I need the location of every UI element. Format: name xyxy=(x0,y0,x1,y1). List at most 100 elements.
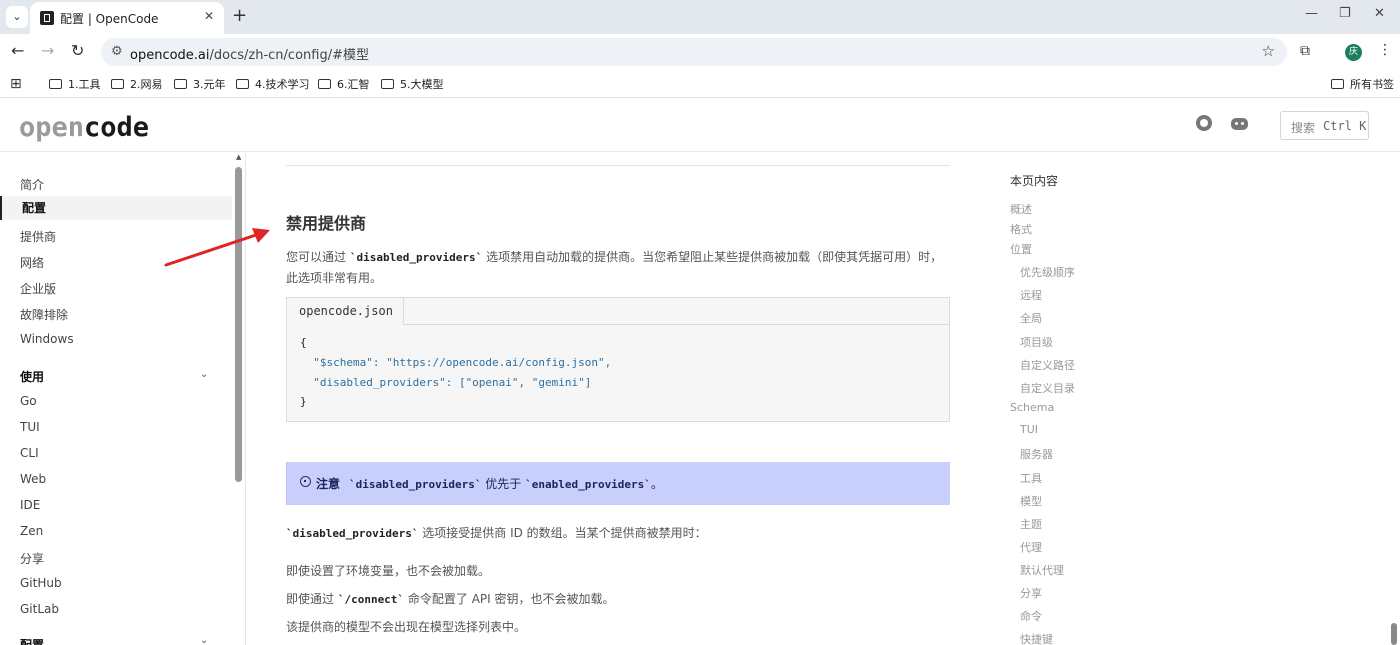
close-window-icon[interactable]: ✕ xyxy=(1374,6,1385,21)
site-header: opencode 搜索 Ctrl K xyxy=(0,99,1400,152)
bookmark-folder-3[interactable]: 3.元年 xyxy=(174,76,226,92)
url-text[interactable]: opencode.ai/docs/zh-cn/config/#模型 xyxy=(130,44,369,63)
toc-item[interactable]: 远程 xyxy=(1020,287,1042,303)
code-line: { xyxy=(300,336,307,349)
sidebar-item-intro[interactable]: 简介 xyxy=(20,176,44,193)
code-line: "disabled_providers": ["openai", "gemini… xyxy=(300,376,592,389)
minimize-window-icon[interactable]: — xyxy=(1305,6,1318,21)
toc-item[interactable]: 优先级顺序 xyxy=(1020,264,1075,280)
browser-menu-icon[interactable]: ⋮ xyxy=(1378,42,1392,58)
toc-item[interactable]: Schema xyxy=(1010,401,1054,414)
scroll-up-arrow-icon[interactable]: ▲ xyxy=(236,153,241,161)
sidebar-item-network[interactable]: 网络 xyxy=(20,254,44,271)
chevron-down-icon[interactable]: ⌄ xyxy=(200,635,208,645)
opencode-favicon-icon xyxy=(40,11,54,25)
toc-item[interactable]: 格式 xyxy=(1010,221,1032,237)
sidebar-item-windows[interactable]: Windows xyxy=(20,332,74,346)
toc-item[interactable]: TUI xyxy=(1020,423,1038,436)
bookmark-folder-2[interactable]: 2.网易 xyxy=(111,76,163,92)
toc-item[interactable]: 全局 xyxy=(1020,310,1042,326)
code-line: "$schema": "https://opencode.ai/config.j… xyxy=(300,356,612,369)
paragraph-model-list: 该提供商的模型不会出现在模型选择列表中。 xyxy=(286,620,527,634)
sidebar-group-usage[interactable]: 使用 xyxy=(20,368,44,385)
restore-window-icon[interactable]: ❐ xyxy=(1339,6,1351,21)
sidebar-item-cli[interactable]: CLI xyxy=(20,446,39,460)
discord-icon[interactable] xyxy=(1231,118,1248,130)
toc-item[interactable]: 命令 xyxy=(1020,608,1042,624)
bookmark-folder-5[interactable]: 5.大模型 xyxy=(381,76,444,92)
close-tab-icon[interactable]: ✕ xyxy=(204,9,214,23)
bookmark-folder-1[interactable]: 1.工具 xyxy=(49,76,101,92)
github-icon[interactable] xyxy=(1196,115,1212,131)
paragraph-connect: 即使通过 `/connect` 命令配置了 API 密钥，也不会被加载。 xyxy=(286,592,615,606)
page-scrollbar[interactable] xyxy=(1391,623,1397,645)
toc-item[interactable]: 概述 xyxy=(1010,201,1032,217)
opencode-logo[interactable]: opencode xyxy=(19,112,149,143)
profile-avatar[interactable]: 庆 xyxy=(1345,44,1362,61)
sidebar-item-enterprise[interactable]: 企业版 xyxy=(20,280,56,297)
paragraph-disabled-providers: `disabled_providers` 选项接受提供商 ID 的数组。当某个提… xyxy=(286,526,707,540)
code-tab-bar: opencode.json xyxy=(287,298,949,325)
forward-arrow-icon[interactable]: → xyxy=(41,42,54,60)
toc-item[interactable]: 自定义目录 xyxy=(1020,380,1075,396)
address-bar[interactable]: ⚙ opencode.ai/docs/zh-cn/config/#模型 ☆ xyxy=(101,38,1287,66)
sidebar-scrollbar[interactable] xyxy=(235,167,242,482)
browser-tab[interactable]: 配置 | OpenCode ✕ xyxy=(30,2,224,34)
toc-item[interactable]: 模型 xyxy=(1020,493,1042,509)
bookmark-folder-6[interactable]: 6.汇智 xyxy=(318,76,370,92)
sidebar-item-troubleshooting[interactable]: 故障排除 xyxy=(20,306,68,323)
new-tab-button[interactable]: + xyxy=(232,6,247,26)
toc-item[interactable]: 位置 xyxy=(1010,241,1032,257)
folder-icon xyxy=(111,79,124,89)
folder-icon xyxy=(174,79,187,89)
toc-item[interactable]: 项目级 xyxy=(1020,334,1053,350)
back-arrow-icon[interactable]: ← xyxy=(11,42,24,60)
folder-icon xyxy=(381,79,394,89)
toc-item[interactable]: 自定义路径 xyxy=(1020,357,1075,373)
search-label: 搜索 xyxy=(1291,121,1316,135)
sidebar-item-github[interactable]: GitHub xyxy=(20,576,62,590)
toc-item[interactable]: 代理 xyxy=(1020,539,1042,555)
extensions-puzzle-icon[interactable]: ⧉ xyxy=(1300,43,1310,59)
folder-icon xyxy=(236,79,249,89)
search-shortcut: Ctrl K xyxy=(1323,119,1367,133)
chevron-down-icon[interactable]: ⌄ xyxy=(200,369,208,380)
reload-icon[interactable]: ↻ xyxy=(71,42,84,60)
sidebar-item-providers[interactable]: 提供商 xyxy=(20,228,56,245)
apps-grid-icon[interactable]: ⊞ xyxy=(10,76,22,92)
bookmark-folder-4[interactable]: 4.技术学习 xyxy=(236,76,310,92)
all-bookmarks[interactable]: 所有书签 xyxy=(1331,76,1394,92)
sidebar-item-zen[interactable]: Zen xyxy=(20,524,43,538)
tab-search-button[interactable]: ⌄ xyxy=(6,6,28,28)
paragraph-env-vars: 即使设置了环境变量，也不会被加载。 xyxy=(286,564,491,578)
sidebar-item-tui[interactable]: TUI xyxy=(20,420,40,434)
sidebar-group-config[interactable]: 配置 xyxy=(20,636,44,645)
inline-code: `disabled_providers` xyxy=(349,251,483,264)
toc-item[interactable]: 服务器 xyxy=(1020,446,1053,462)
browser-tab-strip: ⌄ 配置 | OpenCode ✕ + — ❐ ✕ xyxy=(0,0,1400,34)
info-circle-icon xyxy=(300,476,311,487)
code-line: } xyxy=(300,395,307,408)
bookmarks-bar: ⊞ 1.工具 2.网易 3.元年 4.技术学习 6.汇智 5.大模型 所有书签 xyxy=(0,70,1400,98)
section-heading: 禁用提供商 xyxy=(286,214,367,233)
sidebar-item-ide[interactable]: IDE xyxy=(20,498,40,512)
sidebar-item-go[interactable]: Go xyxy=(20,394,37,408)
sidebar-item-config[interactable]: 配置 xyxy=(0,196,232,220)
toc-item[interactable]: 快捷键 xyxy=(1020,631,1053,645)
sidebar-item-gitlab[interactable]: GitLab xyxy=(20,602,59,616)
code-file-tab[interactable]: opencode.json xyxy=(287,298,404,325)
tab-title: 配置 | OpenCode xyxy=(60,12,159,26)
sidebar-item-share[interactable]: 分享 xyxy=(20,550,44,567)
toc-item[interactable]: 工具 xyxy=(1020,470,1042,486)
code-block: opencode.json { "$schema": "https://open… xyxy=(286,297,950,422)
search-button[interactable]: 搜索 Ctrl K xyxy=(1280,111,1369,140)
toc-item[interactable]: 默认代理 xyxy=(1020,562,1064,578)
browser-toolbar: ← → ↻ ⚙ opencode.ai/docs/zh-cn/config/#模… xyxy=(0,34,1400,70)
sidebar-item-web[interactable]: Web xyxy=(20,472,46,486)
intro-paragraph: 您可以通过 `disabled_providers` 选项禁用自动加载的提供商。… xyxy=(286,250,943,285)
site-info-icon[interactable]: ⚙ xyxy=(111,44,123,59)
toc-item[interactable]: 分享 xyxy=(1020,585,1042,601)
toc-item[interactable]: 主题 xyxy=(1020,516,1042,532)
toc-title: 本页内容 xyxy=(1010,174,1059,188)
bookmark-star-icon[interactable]: ☆ xyxy=(1262,42,1275,60)
